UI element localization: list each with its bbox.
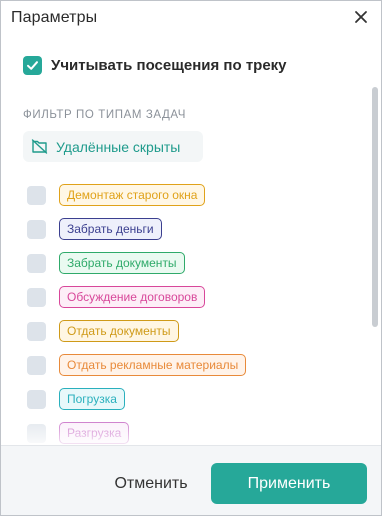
- task-type-tag: Обсуждение договоров: [59, 286, 206, 308]
- track-visits-checkbox[interactable]: [23, 55, 42, 75]
- section-title-task-filter: ФИЛЬТР ПО ТИПАМ ЗАДАЧ: [23, 109, 187, 121]
- task-type-tag: Забрать деньги: [59, 218, 162, 240]
- task-type-tag: Погрузка: [59, 388, 125, 410]
- list-item[interactable]: Отдать рекламные материалы: [27, 353, 247, 377]
- close-icon: [355, 11, 367, 23]
- task-type-tag: Демонтаж старого окна: [59, 184, 206, 206]
- scrollbar[interactable]: [372, 87, 378, 327]
- cancel-button[interactable]: Отменить: [103, 466, 199, 502]
- list-item[interactable]: Забрать документы: [27, 251, 185, 275]
- task-type-checkbox[interactable]: [27, 219, 46, 239]
- task-type-tag: Отдать рекламные материалы: [59, 354, 247, 376]
- list-item[interactable]: Разгрузка: [27, 421, 130, 445]
- task-type-checkbox[interactable]: [27, 355, 46, 375]
- settings-dialog: Параметры Учитывать посещения по треку Ф…: [0, 0, 382, 516]
- task-type-tag: Разгрузка: [59, 422, 130, 444]
- apply-button[interactable]: Применить: [211, 463, 367, 504]
- track-visits-label: Учитывать посещения по треку: [51, 56, 287, 74]
- task-type-checkbox[interactable]: [27, 253, 46, 273]
- dialog-title: Параметры: [11, 9, 98, 26]
- task-type-tag: Забрать документы: [59, 252, 185, 274]
- list-item[interactable]: Демонтаж старого окна: [27, 183, 206, 207]
- task-type-checkbox[interactable]: [27, 389, 46, 409]
- task-type-checkbox[interactable]: [27, 287, 46, 307]
- track-visits-option[interactable]: Учитывать посещения по треку: [23, 55, 287, 75]
- dialog-footer: Отменить Применить: [1, 445, 381, 515]
- hidden-deleted-label: Удалённые скрыты: [56, 138, 181, 155]
- list-item[interactable]: Обсуждение договоров: [27, 285, 206, 309]
- list-item[interactable]: Забрать деньги: [27, 217, 162, 241]
- close-button[interactable]: [353, 9, 369, 25]
- check-icon: [27, 60, 38, 70]
- task-type-checkbox[interactable]: [27, 321, 46, 341]
- list-item[interactable]: Погрузка: [27, 387, 125, 411]
- hidden-folder-icon: [31, 139, 48, 154]
- dialog-body: Учитывать посещения по треку ФИЛЬТР ПО Т…: [1, 35, 381, 445]
- task-type-checkbox[interactable]: [27, 185, 46, 205]
- task-type-tag: Отдать документы: [59, 320, 179, 342]
- list-item[interactable]: Отдать документы: [27, 319, 179, 343]
- dialog-header: Параметры: [1, 1, 381, 35]
- task-type-checkbox[interactable]: [27, 423, 46, 443]
- hidden-deleted-toggle[interactable]: Удалённые скрыты: [23, 131, 203, 162]
